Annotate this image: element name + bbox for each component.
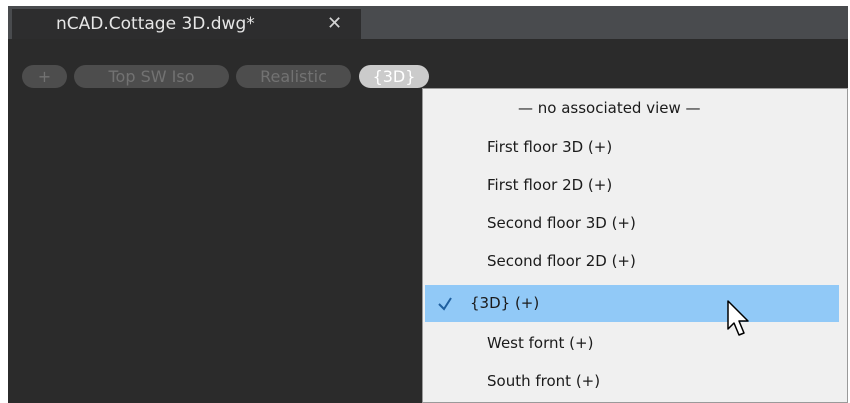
named-view-button[interactable]: {3D} — [359, 65, 429, 88]
visual-style-button[interactable]: Realistic — [236, 65, 351, 88]
menu-item-label: Second floor 2D (+) — [487, 252, 636, 270]
menu-item-second-floor-3d[interactable]: Second floor 3D (+) — [423, 207, 847, 239]
menu-item-first-floor-3d[interactable]: First floor 3D (+) — [423, 131, 847, 163]
menu-item-label: South front (+) — [487, 372, 601, 390]
check-icon — [438, 297, 452, 311]
view-direction-button[interactable]: Top SW Iso — [74, 65, 229, 88]
viewport-menu-button[interactable]: + — [22, 65, 67, 88]
menu-item-label: First floor 3D (+) — [487, 138, 613, 156]
menu-item-first-floor-2d[interactable]: First floor 2D (+) — [423, 169, 847, 201]
drawing-window: nCAD.Cottage 3D.dwg* ✕ + Top SW Iso Real… — [8, 6, 848, 403]
named-view-dropdown-menu: — no associated view — First floor 3D (+… — [422, 88, 848, 403]
menu-item-west-front[interactable]: West fornt (+) — [423, 327, 847, 359]
menu-item-label: {3D} (+) — [470, 294, 540, 312]
menu-item-label: Second floor 3D (+) — [487, 214, 636, 232]
menu-item-second-floor-2d[interactable]: Second floor 2D (+) — [423, 245, 847, 277]
document-tab-strip: nCAD.Cottage 3D.dwg* ✕ — [8, 6, 848, 39]
close-icon[interactable]: ✕ — [327, 9, 342, 39]
document-tab[interactable]: nCAD.Cottage 3D.dwg* ✕ — [12, 9, 361, 39]
menu-item-label: West fornt (+) — [487, 334, 594, 352]
menu-item-no-associated-view[interactable]: — no associated view — — [423, 92, 847, 124]
menu-item-label: — no associated view — — [518, 99, 701, 117]
document-tab-title: nCAD.Cottage 3D.dwg* — [56, 14, 255, 34]
menu-item-3d[interactable]: {3D} (+) — [425, 285, 839, 322]
menu-item-south-front[interactable]: South front (+) — [423, 365, 847, 397]
menu-item-label: First floor 2D (+) — [487, 176, 613, 194]
